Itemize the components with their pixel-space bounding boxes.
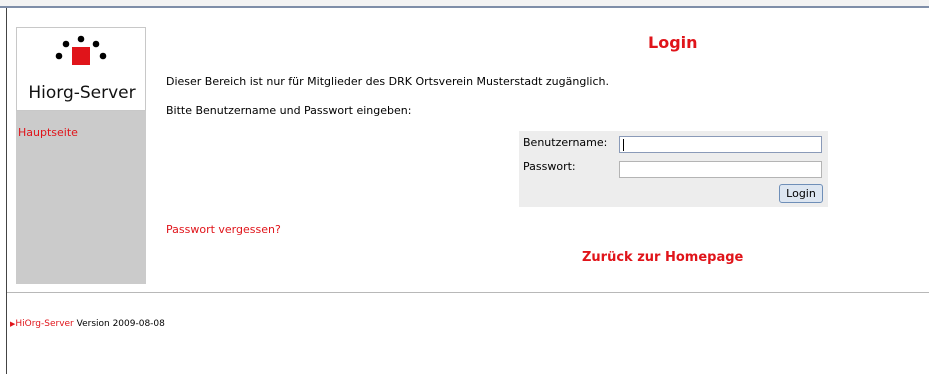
username-input[interactable] (619, 136, 822, 153)
version-text: Version 2009-08-08 (73, 319, 165, 329)
back-to-homepage-link[interactable]: Zurück zur Homepage (582, 250, 743, 265)
login-button[interactable]: Login (779, 184, 823, 203)
sidebar: Hiorg-Server Hauptseite (16, 27, 146, 284)
left-frame-border (6, 8, 7, 374)
logo-mark-icon (55, 35, 107, 65)
password-label: Passwort: (523, 160, 576, 173)
logo-text: Hiorg-Server (28, 83, 136, 103)
forgot-password-link[interactable]: Passwort vergessen? (166, 223, 281, 236)
footer: ▶HiOrg-Server Version 2009-08-08 (10, 319, 165, 329)
text-cursor (623, 139, 624, 151)
password-input[interactable] (619, 161, 822, 178)
footer-divider (7, 292, 929, 293)
sidebar-item-hauptseite[interactable]: Hauptseite (18, 126, 78, 139)
username-label: Benutzername: (523, 136, 608, 149)
login-form: Benutzername: Passwort: Login (519, 131, 828, 207)
access-notice: Dieser Bereich ist nur für Mitglieder de… (166, 75, 609, 88)
logo: Hiorg-Server (16, 27, 146, 111)
login-instructions: Bitte Benutzername und Passwort eingeben… (166, 104, 412, 117)
hiorg-server-link[interactable]: HiOrg-Server (15, 319, 73, 329)
top-divider (0, 6, 929, 8)
page-title: Login (648, 33, 698, 52)
